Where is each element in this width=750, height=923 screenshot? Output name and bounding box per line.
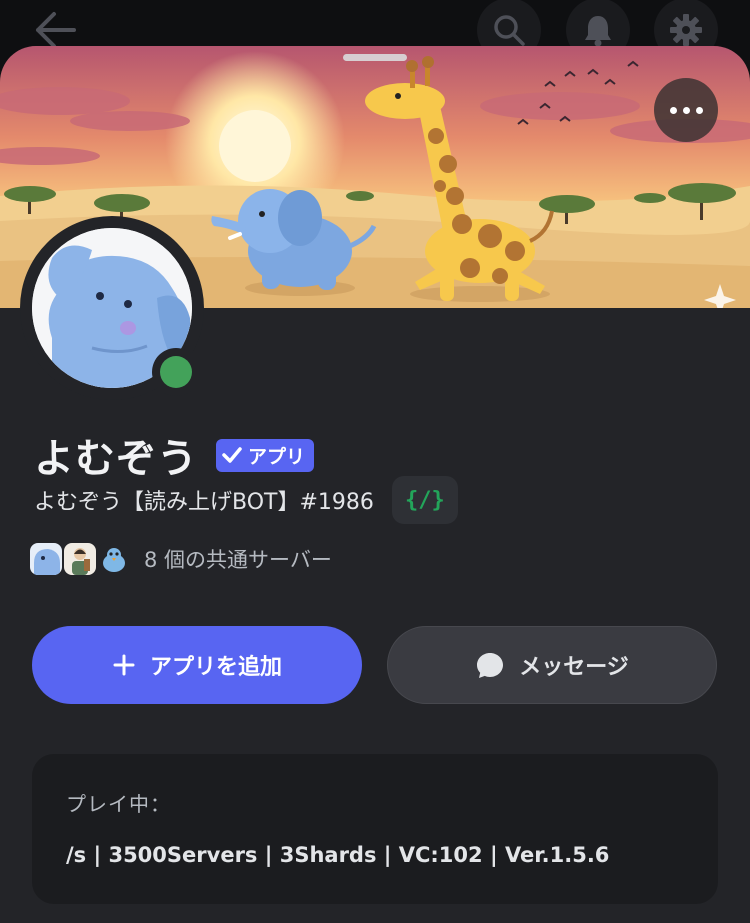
chat-bubble-icon bbox=[477, 653, 504, 678]
message-button[interactable]: メッセージ bbox=[387, 626, 717, 704]
online-status bbox=[152, 348, 200, 396]
username: よむぞう【読み上げBOT】#1986 bbox=[34, 490, 374, 515]
activity-state: /s | 3500Servers | 3Shards | VC:102 | Ve… bbox=[66, 843, 610, 867]
sheet-drag-handle[interactable] bbox=[343, 54, 407, 61]
username-row: よむぞう【読み上げBOT】#1986 {/} bbox=[34, 476, 458, 524]
gear-icon bbox=[670, 14, 702, 46]
message-label: メッセージ bbox=[519, 655, 629, 680]
slash-commands-badge[interactable]: {/} bbox=[391, 476, 458, 524]
add-app-label: アプリを追加 bbox=[149, 655, 282, 680]
plus-icon bbox=[113, 654, 135, 676]
back-arrow-icon bbox=[36, 12, 76, 48]
mutual-servers[interactable]: 8 個の共通サーバー bbox=[30, 543, 332, 575]
back-button[interactable] bbox=[32, 10, 80, 50]
check-icon bbox=[222, 447, 242, 463]
online-status-dot bbox=[160, 356, 192, 388]
server-icon bbox=[64, 543, 96, 575]
activity-heading: プレイ中： bbox=[66, 792, 171, 816]
server-icon bbox=[98, 543, 130, 575]
app-badge: アプリ bbox=[216, 438, 315, 472]
more-icon bbox=[669, 106, 677, 114]
search-icon bbox=[494, 15, 525, 46]
mutual-servers-label: 8 個の共通サーバー bbox=[144, 548, 332, 572]
add-app-button[interactable]: アプリを追加 bbox=[32, 626, 362, 704]
server-icon bbox=[30, 543, 62, 575]
profile-sheet: よむぞう アプリ よむぞう【読み上げBOT】#1986 {/} 8 個の共通サー… bbox=[0, 46, 750, 923]
bell-icon bbox=[585, 16, 611, 47]
activity-card: プレイ中： /s | 3500Servers | 3Shards | VC:10… bbox=[32, 754, 718, 904]
app-badge-label: アプリ bbox=[248, 445, 306, 468]
slash-commands-icon: {/} bbox=[405, 487, 445, 513]
more-button[interactable] bbox=[654, 78, 718, 142]
